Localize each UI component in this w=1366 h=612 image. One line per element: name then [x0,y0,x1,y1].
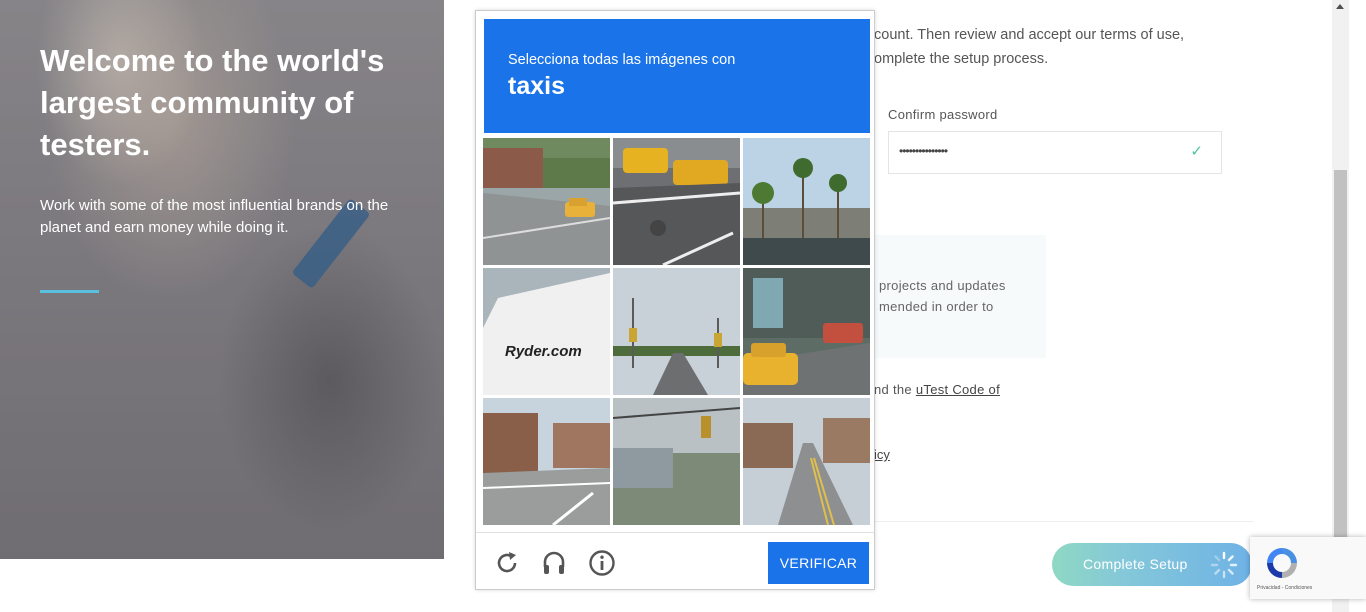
audio-icon[interactable] [540,549,568,577]
confirm-password-value: ••••••••••••••• [899,144,948,158]
captcha-tile[interactable] [483,138,610,265]
captcha-dialog: Selecciona todas las imágenes con taxis [475,10,875,590]
info-icon[interactable] [588,549,616,577]
hero-title: Welcome to the world's largest community… [40,43,385,162]
reload-icon[interactable] [493,549,521,577]
privacy-policy-link[interactable]: icy [874,447,890,462]
complete-setup-label: Complete Setup [1083,556,1188,572]
intro-text-line2: omplete the setup process. [874,51,1049,67]
recaptcha-badge[interactable]: Privacidad - Condiciones [1250,537,1366,599]
recaptcha-legal-text[interactable]: Privacidad - Condiciones [1257,585,1312,591]
captcha-tile[interactable]: Ryder.com [483,268,610,395]
terms-text: nd the uTest Code of [874,382,1000,397]
captcha-tile[interactable] [483,398,610,525]
intro-text-line1: count. Then review and accept our terms … [874,27,1185,43]
hero-panel: Welcome to the world's largest community… [0,0,444,559]
form-divider [874,521,1254,522]
captcha-image-grid: Ryder.com [483,138,870,525]
captcha-tile[interactable] [613,398,740,525]
loading-spinner-icon [1210,551,1238,579]
hero-accent-line [40,290,99,293]
info-box: projects and updates mended in order to [874,235,1046,358]
captcha-header: Selecciona todas las imágenes con taxis [484,19,870,133]
captcha-target-word: taxis [508,72,565,100]
captcha-tile[interactable] [743,268,870,395]
scrollbar-thumb[interactable] [1334,170,1347,542]
verify-button[interactable]: VERIFICAR [768,542,869,584]
terms-prefix: nd the [874,382,916,397]
confirm-password-label: Confirm password [888,107,998,122]
captcha-tile[interactable] [743,138,870,265]
hero-subtitle: Work with some of the most influential b… [40,197,389,236]
code-of-conduct-link[interactable]: uTest Code of [916,382,1000,397]
complete-setup-button[interactable]: Complete Setup [1052,543,1252,586]
recaptcha-logo-icon [1267,548,1297,578]
captcha-instruction: Selecciona todas las imágenes con [508,52,736,68]
info-text-line1: projects and updates [879,278,1006,293]
svg-text:Ryder.com: Ryder.com [505,343,582,360]
verify-button-label: VERIFICAR [779,555,858,571]
page: Welcome to the world's largest community… [0,0,1366,612]
checkmark-icon: ✓ [1190,143,1203,160]
captcha-tile[interactable] [743,398,870,525]
info-text-line2: mended in order to [879,299,994,314]
captcha-tile[interactable] [613,138,740,265]
captcha-tile[interactable] [613,268,740,395]
captcha-footer-divider [476,532,874,533]
confirm-password-field[interactable]: ••••••••••••••• ✓ [888,131,1222,174]
scroll-up-arrow-icon[interactable] [1336,4,1344,9]
